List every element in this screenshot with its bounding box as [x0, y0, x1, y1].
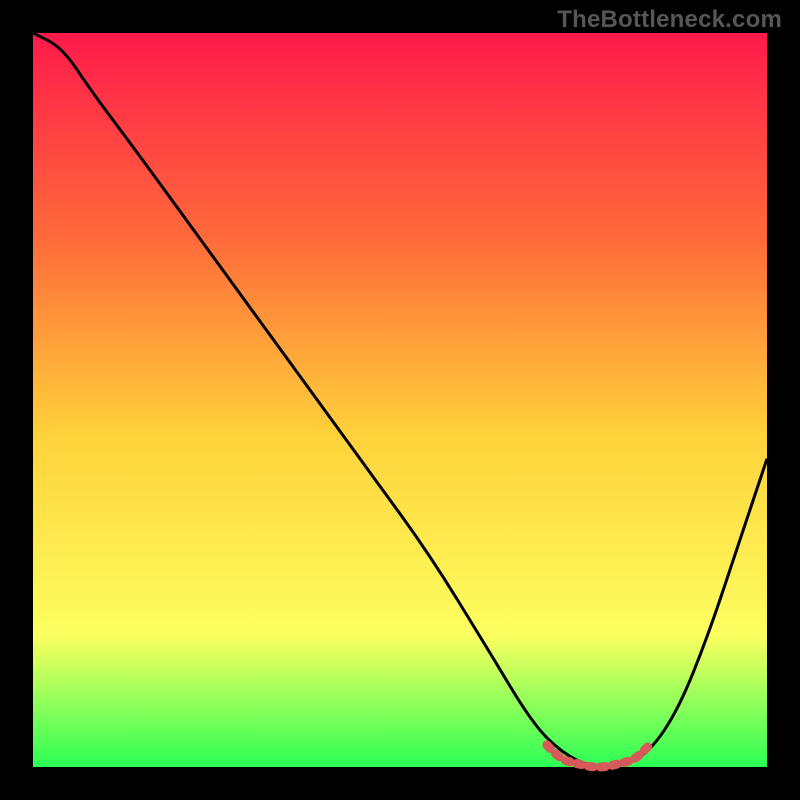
- watermark-text: TheBottleneck.com: [557, 6, 782, 34]
- plot-background: [33, 33, 767, 767]
- chart-frame: { "watermark": "TheBottleneck.com", "col…: [0, 0, 800, 800]
- bottleneck-chart: [0, 0, 800, 800]
